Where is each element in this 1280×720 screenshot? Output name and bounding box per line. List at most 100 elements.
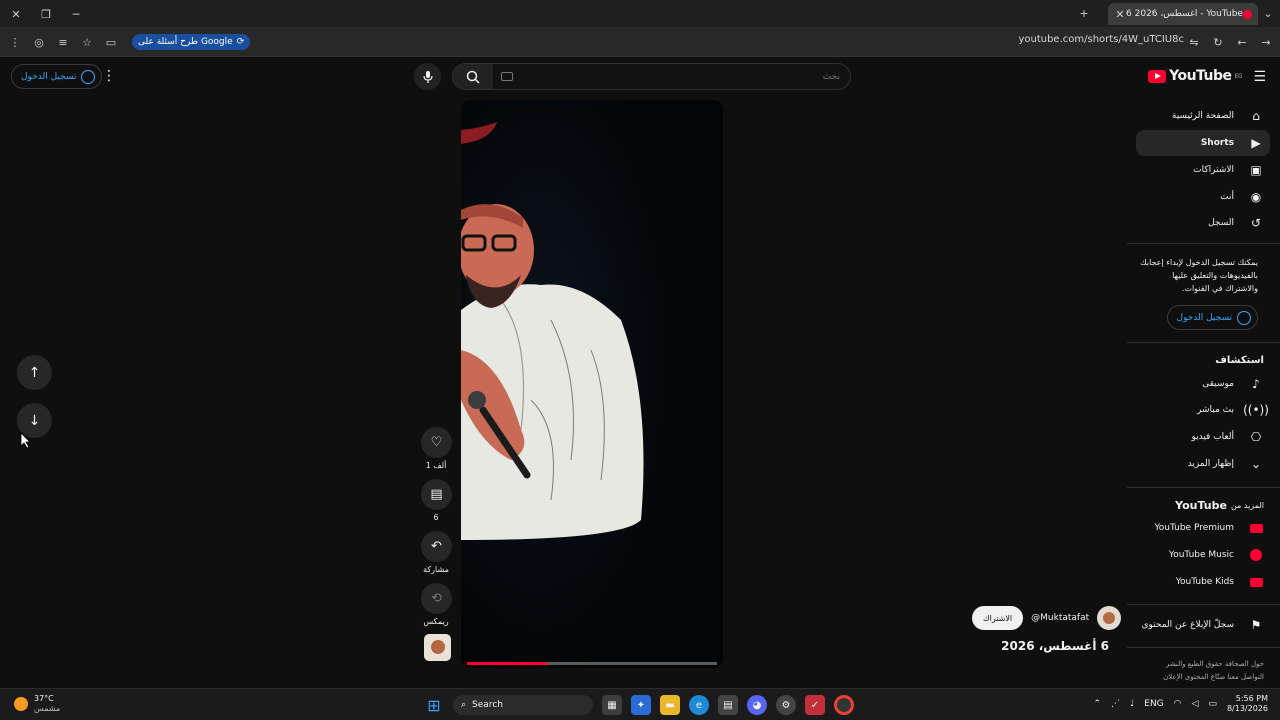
google-pill-label: طرح أسئلة على Google xyxy=(138,37,233,47)
footer-line-2[interactable]: التواصل معنا صنّاع المحتوى الإعلان xyxy=(1163,671,1264,684)
sidebar-item-label: السجل xyxy=(1208,218,1234,228)
account-icon xyxy=(1237,310,1251,325)
video-progress-track[interactable] xyxy=(467,662,717,665)
tray-expand-icon[interactable]: ⌃ xyxy=(1093,699,1101,709)
chrome-icon[interactable] xyxy=(834,695,854,715)
edge-icon[interactable]: e xyxy=(689,695,709,715)
close-tab-icon[interactable]: ✕ xyxy=(1114,4,1126,24)
search-box[interactable] xyxy=(452,63,851,90)
search-input[interactable] xyxy=(540,69,840,85)
minimize-window-icon[interactable]: ─ xyxy=(66,4,86,24)
search-button[interactable] xyxy=(453,64,493,89)
channel-avatar[interactable] xyxy=(1097,606,1122,630)
like-group: ♡ 1 ألف xyxy=(421,427,456,470)
reading-list-icon[interactable]: ≡ xyxy=(53,32,73,52)
task-view-icon[interactable]: ▦ xyxy=(602,695,622,715)
like-count: 1 ألف xyxy=(425,461,447,470)
bookmark-star-icon[interactable]: ☆ xyxy=(77,32,97,52)
network-off-icon[interactable]: ⋰ xyxy=(1111,699,1120,709)
short-video-player[interactable] xyxy=(461,100,723,668)
url-text[interactable]: youtube.com/shorts/4W_uTCIU8c xyxy=(1018,34,1184,45)
discord-icon[interactable]: ◕ xyxy=(747,695,767,715)
sidebar-item-show-more[interactable]: إظهار المزيد ⌄ xyxy=(1136,451,1270,477)
profile-icon[interactable]: ◎ xyxy=(29,32,49,52)
battery-icon[interactable]: ▭ xyxy=(1208,699,1217,709)
signin-sidebar-label: تسجيل الدخول xyxy=(1176,312,1232,323)
home-icon: ⌂ xyxy=(1252,109,1260,123)
channel-handle[interactable]: @Muktatafat xyxy=(1031,613,1089,623)
sidebar-item-home[interactable]: الصفحة الرئيسية ⌂ xyxy=(1136,103,1270,129)
wifi-icon[interactable]: ◠ xyxy=(1174,699,1182,709)
history-icon: ↺ xyxy=(1250,216,1262,230)
taskbar-search-label: Search xyxy=(472,700,503,710)
sidebar-item-music-app[interactable]: YouTube Music xyxy=(1136,542,1270,568)
clock-date: 8/13/2026 xyxy=(1226,704,1268,713)
menu-dots-icon[interactable]: ⋮ xyxy=(5,32,25,52)
comment-icon: ▤ xyxy=(430,487,443,502)
site-settings-icon[interactable]: ⇋ xyxy=(1184,32,1204,52)
sidebar-item-history[interactable]: السجل ↺ xyxy=(1136,210,1270,236)
sidebar-item-report[interactable]: سجلّ الإبلاغ عن المحتوى ⚑ xyxy=(1136,612,1270,638)
sidebar-item-shorts[interactable]: Shorts ▶ xyxy=(1136,130,1270,156)
sidebar-item-gaming[interactable]: ألعاب فيديو ⎔ xyxy=(1136,424,1270,450)
youtube-music-icon xyxy=(1248,547,1264,563)
sidebar-item-music[interactable]: موسيقى ♪ xyxy=(1136,371,1270,397)
back-icon[interactable]: → xyxy=(1256,32,1276,52)
signin-button-top[interactable]: تسجيل الدخول xyxy=(11,64,103,89)
voice-search-button[interactable] xyxy=(414,63,441,90)
tab-title: 6 أغسطس، 2026 - YouTube xyxy=(1126,9,1243,19)
subscribe-button[interactable]: الاشتراك xyxy=(972,606,1024,630)
sidebar-item-premium[interactable]: YouTube Premium xyxy=(1136,515,1270,541)
keyboard-icon[interactable] xyxy=(501,72,513,81)
close-window-icon[interactable]: ✕ xyxy=(6,4,26,24)
arrow-down-icon: ↓ xyxy=(28,412,41,429)
share-group: ↶ مشاركة xyxy=(421,531,456,574)
pdf-app-icon[interactable]: ✓ xyxy=(805,695,825,715)
weather-widget[interactable]: 37°C مشمس xyxy=(14,694,60,714)
volume-icon[interactable]: ◁ xyxy=(1192,699,1199,709)
sidebar-item-you[interactable]: أنت ◉ xyxy=(1136,184,1270,210)
arrow-up-icon: ↑ xyxy=(28,364,41,381)
cast-icon[interactable]: ▭ xyxy=(101,32,121,52)
comment-group: ▤ 6 xyxy=(421,479,456,522)
reload-icon[interactable]: ↻ xyxy=(1208,32,1228,52)
share-button[interactable]: ↶ xyxy=(421,531,452,562)
clock-time: 5:56 PM xyxy=(1235,694,1268,703)
file-explorer-icon[interactable]: ▬ xyxy=(660,695,680,715)
mic-tray-icon[interactable]: ♩ xyxy=(1130,699,1134,709)
forward-icon[interactable]: ← xyxy=(1232,32,1252,52)
signin-button-sidebar[interactable]: تسجيل الدخول xyxy=(1166,305,1258,330)
account-icon xyxy=(81,69,96,84)
copilot-icon[interactable]: ✦ xyxy=(631,695,651,715)
browser-tab[interactable]: ✕ 6 أغسطس، 2026 - YouTube xyxy=(1108,3,1258,25)
new-tab-icon[interactable]: + xyxy=(1074,3,1094,23)
store-icon[interactable]: ▤ xyxy=(718,695,738,715)
settings-dots-icon[interactable]: ⋮ xyxy=(102,68,116,84)
sidebar-item-subscriptions[interactable]: الاشتراكات ▣ xyxy=(1136,157,1270,183)
microphone-icon xyxy=(422,70,433,83)
previous-short-button[interactable]: ↑ xyxy=(17,355,52,390)
youtube-logo[interactable]: YouTube EG xyxy=(1148,68,1243,84)
sound-thumbnail[interactable] xyxy=(424,634,451,661)
sidebar-divider xyxy=(1127,487,1280,488)
comment-button[interactable]: ▤ xyxy=(421,479,452,510)
tab-search-icon[interactable]: ⌄ xyxy=(1258,3,1278,23)
sidebar-divider xyxy=(1127,604,1280,605)
windows-start-icon[interactable]: ⊞ xyxy=(424,695,444,715)
sidebar-item-label: أنت xyxy=(1220,192,1234,202)
like-button[interactable]: ♡ xyxy=(421,427,452,458)
ask-google-button[interactable]: طرح أسئلة على Google ⟳ xyxy=(132,34,251,50)
taskbar-search[interactable]: ⌕ Search xyxy=(453,695,593,715)
restore-window-icon[interactable]: ❐ xyxy=(36,4,56,24)
channel-avatar-icon xyxy=(1103,612,1116,624)
sidebar-item-live[interactable]: بث مباشر ((•)) xyxy=(1136,397,1270,423)
comment-count: 6 xyxy=(433,513,439,522)
remix-button[interactable]: ⟲ xyxy=(421,583,452,614)
footer-line-1[interactable]: حول الصحافة حقوق الطبع والنشر xyxy=(1163,658,1264,671)
clock[interactable]: 5:56 PM 8/13/2026 xyxy=(1227,694,1268,714)
taskbar-lang[interactable]: ENG xyxy=(1144,699,1163,709)
app-icon[interactable]: ⚙ xyxy=(776,695,796,715)
sidebar-item-kids[interactable]: YouTube Kids xyxy=(1136,569,1270,595)
guide-menu-icon[interactable]: ☰ xyxy=(1253,69,1266,85)
sidebar-item-label: سجلّ الإبلاغ عن المحتوى xyxy=(1141,620,1234,630)
